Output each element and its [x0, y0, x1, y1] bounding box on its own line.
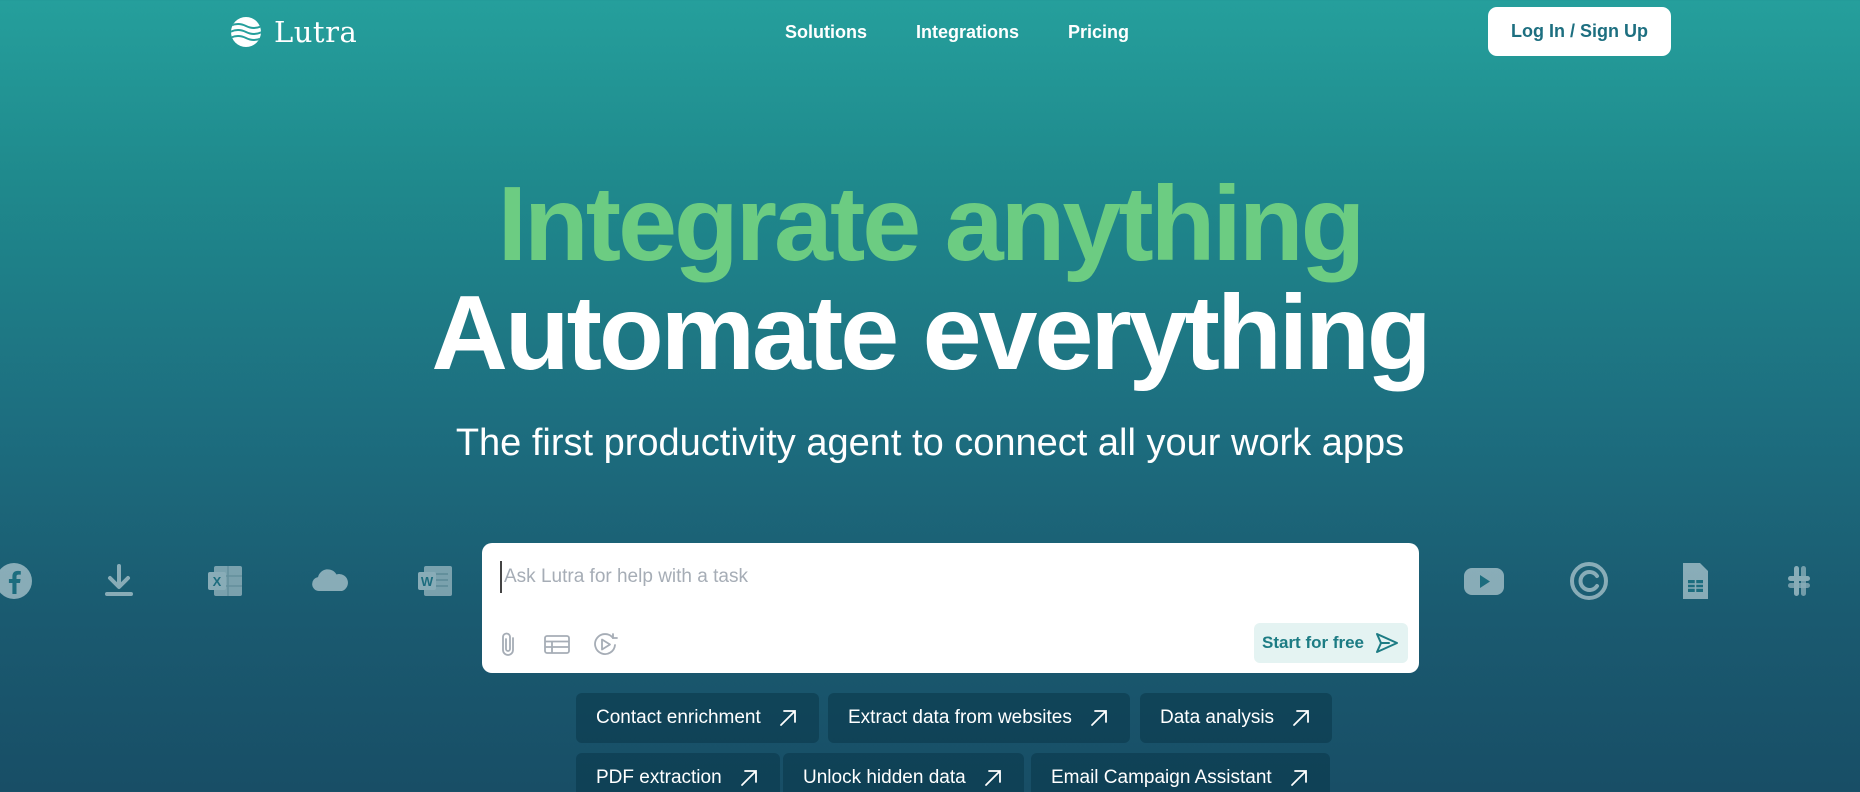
chip-label: Unlock hidden data [803, 767, 966, 788]
arrow-up-right-icon [984, 770, 1001, 786]
svg-text:X: X [213, 574, 222, 589]
record-workflow-button[interactable] [590, 629, 620, 659]
arrow-up-right-icon [779, 710, 796, 726]
play-circle-icon [594, 633, 618, 655]
start-for-free-label: Start for free [1261, 633, 1365, 652]
lutra-logo-icon [231, 17, 261, 47]
chip-label: Extract data from websites [848, 707, 1072, 728]
arrow-up-right-icon [1290, 770, 1307, 786]
excel-icon: X [204, 560, 246, 602]
nav-links: Solutions Integrations Pricing [785, 22, 1129, 43]
paperclip-icon [502, 632, 514, 656]
chip-unlock-hidden-data[interactable]: Unlock hidden data [783, 753, 1024, 792]
youtube-icon [1463, 560, 1505, 602]
arrow-up-right-icon [1090, 710, 1107, 726]
send-icon [1376, 633, 1399, 653]
nav-link-pricing[interactable]: Pricing [1068, 22, 1129, 43]
chip-contact-enrichment[interactable]: Contact enrichment [576, 693, 819, 743]
logo[interactable]: Lutra [230, 15, 357, 49]
table-icon [544, 635, 570, 654]
arrow-up-right-icon [1293, 710, 1309, 726]
onedrive-icon [308, 560, 350, 602]
chip-label: Contact enrichment [596, 707, 761, 728]
arrow-up-right-icon [740, 770, 757, 786]
chip-label: Email Campaign Assistant [1051, 767, 1272, 788]
login-signup-button[interactable]: Log In / Sign Up [1488, 7, 1671, 56]
chip-pdf-extraction[interactable]: PDF extraction [576, 753, 780, 792]
insert-table-button[interactable] [542, 629, 572, 659]
hero-headline-line1: Integrate anything [497, 165, 1366, 283]
nav-link-solutions[interactable]: Solutions [785, 22, 867, 43]
coda-icon [1568, 560, 1610, 602]
hero-subtitle: The first productivity agent to connect … [455, 422, 1405, 464]
google-sheets-icon [1674, 560, 1716, 602]
svg-text:W: W [421, 574, 434, 589]
prompt-box: Start for free [482, 543, 1419, 673]
start-for-free-button[interactable]: Start for free [1254, 623, 1408, 663]
task-prompt-input[interactable] [500, 561, 1380, 593]
chip-label: PDF extraction [596, 767, 722, 788]
hero-headline-line2: Automate everything [431, 274, 1431, 392]
slack-icon [1778, 560, 1820, 602]
top-nav: Lutra Solutions Integrations Pricing Log… [0, 0, 1860, 64]
facebook-icon [0, 560, 38, 602]
chip-data-analysis[interactable]: Data analysis [1140, 693, 1333, 743]
chip-email-campaign-assistant[interactable]: Email Campaign Assistant [1031, 753, 1330, 792]
download-icon [98, 560, 140, 602]
nav-link-integrations[interactable]: Integrations [916, 22, 1019, 43]
logo-text: Lutra [274, 15, 358, 49]
chip-extract-data-from-websites[interactable]: Extract data from websites [828, 693, 1130, 743]
word-icon: W [414, 560, 456, 602]
chip-label: Data analysis [1160, 707, 1275, 728]
attach-file-button[interactable] [494, 629, 524, 659]
